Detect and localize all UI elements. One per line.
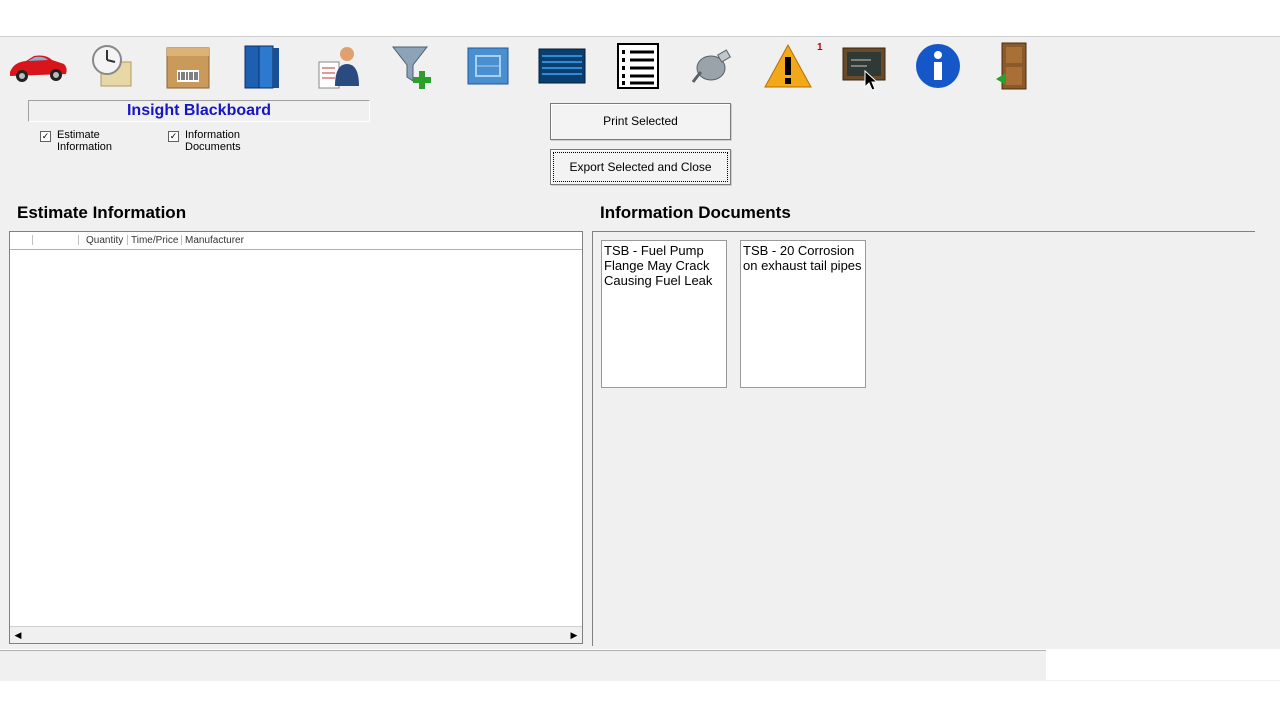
blackboard-window: Insight Blackboard ✓ Estimate Informatio… [0, 95, 1280, 649]
car-icon[interactable] [6, 41, 70, 91]
filter-documents-label-1: Information [185, 129, 241, 141]
filter-estimate-information[interactable]: ✓ Estimate Information [40, 129, 112, 153]
information-documents-title: Information Documents [600, 203, 791, 222]
numbered-list-icon[interactable] [606, 41, 670, 91]
blackboard-title: Insight Blackboard [28, 100, 370, 122]
estimate-list[interactable]: Quantity Time/Price Manufacturer ◀ ▶ [9, 231, 583, 644]
filter-documents-checkbox[interactable]: ✓ [168, 131, 179, 142]
info-icon[interactable] [906, 41, 970, 91]
mouse-cursor-icon [864, 69, 879, 97]
scroll-right-arrow[interactable]: ▶ [566, 627, 582, 643]
filter-estimate-label-2: Information [57, 141, 113, 153]
estimate-information-title: Estimate Information [17, 203, 187, 222]
warning-count-badge: 1 [817, 42, 823, 53]
export-selected-close-button[interactable]: Export Selected and Close [550, 149, 731, 185]
document-card[interactable]: TSB - 20 Corrosion on exhaust tail pipes [740, 240, 866, 388]
customer-icon[interactable] [306, 41, 370, 91]
estimate-list-header: Quantity Time/Price Manufacturer [10, 232, 582, 250]
filter-documents-label-2: Documents [185, 141, 241, 153]
panel-icon[interactable] [530, 41, 594, 91]
diagram-icon[interactable] [456, 41, 520, 91]
main-toolbar [0, 36, 1280, 96]
print-selected-button[interactable]: Print Selected [550, 103, 731, 140]
title-area [0, 0, 1280, 36]
document-card[interactable]: TSB - Fuel Pump Flange May Crack Causing… [601, 240, 727, 388]
exit-door-icon[interactable] [982, 41, 1046, 91]
filter-add-icon[interactable] [380, 41, 444, 91]
estimate-horizontal-scrollbar[interactable]: ◀ ▶ [10, 626, 582, 643]
warning-icon[interactable] [756, 41, 820, 91]
filter-estimate-checkbox[interactable]: ✓ [40, 131, 51, 142]
filter-estimate-label-1: Estimate [57, 129, 100, 141]
filter-information-documents[interactable]: ✓ Information Documents [168, 129, 241, 153]
clock-icon[interactable] [80, 41, 144, 91]
column-manufacturer[interactable]: Manufacturer [185, 235, 244, 246]
column-time-price[interactable]: Time/Price [131, 235, 178, 246]
information-documents-panel: TSB - Fuel Pump Flange May Crack Causing… [592, 231, 1255, 646]
manuals-book-icon[interactable] [228, 41, 292, 91]
column-quantity[interactable]: Quantity [86, 235, 123, 246]
status-bar-blank [1046, 650, 1280, 680]
plug-icon[interactable] [680, 41, 744, 91]
parts-box-icon[interactable] [156, 41, 220, 91]
scroll-left-arrow[interactable]: ◀ [10, 627, 26, 643]
